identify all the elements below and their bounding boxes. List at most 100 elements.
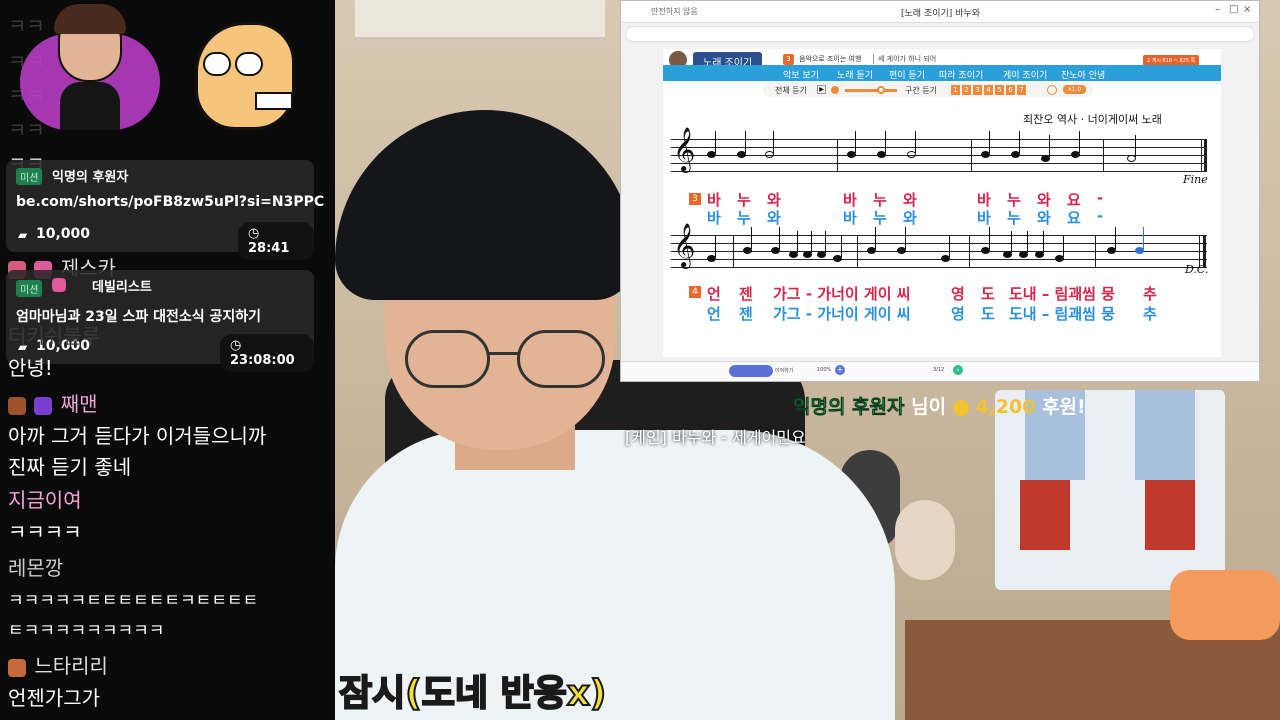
alert-end: 후원! (1042, 396, 1086, 418)
note-stem (751, 227, 752, 249)
streamer-hair (335, 110, 635, 300)
note-stem (797, 231, 798, 253)
note-stem (989, 131, 990, 153)
lyric-syllable: 바 (977, 209, 991, 227)
section-7-button[interactable]: 7 (1017, 85, 1026, 95)
lyric-syllable: - (1097, 207, 1104, 225)
full-listen-label: 전체 듣기 (775, 86, 807, 95)
page-indicator: 3/12 (933, 367, 945, 373)
tab-score-view[interactable]: 악보 보기 (783, 68, 819, 81)
note-stem (1115, 227, 1116, 249)
tab-title[interactable]: 안전하지 않음 (651, 6, 698, 17)
note-stem (1043, 231, 1044, 253)
zoom-label: 100% (817, 367, 832, 373)
lyric-syllable: 와 (767, 209, 781, 227)
tab-game-sing[interactable]: 게이 조이기 (1003, 68, 1047, 81)
tab-song-listen[interactable]: 노래 듣기 (837, 68, 873, 81)
note-stem (905, 227, 906, 249)
tab-goodbye[interactable]: 잔노아 안녕 (1061, 68, 1105, 81)
note-stem (1027, 231, 1028, 253)
volume-knob[interactable] (877, 86, 885, 94)
glasses-icon (405, 330, 605, 390)
zoom-in-icon[interactable]: + (835, 365, 845, 375)
section-3-button[interactable]: 3 (973, 85, 982, 95)
lyric-syllable: 젠 (739, 285, 753, 303)
staff-2: 𝄞 (671, 223, 1207, 268)
chat-nick: 지금이여 (8, 488, 82, 512)
next-page-icon[interactable]: › (953, 365, 963, 375)
chat-message: ㅋㅋㅋㅋ (8, 520, 82, 544)
tab-follow-sing[interactable]: 따라 조이기 (939, 68, 983, 81)
note-stem (989, 227, 990, 249)
lyric-syllable: 누 (737, 209, 751, 227)
chat-message: ㅌㅋㅋㅋㅋㅋㅋㅋㅋㅋ (8, 621, 165, 641)
note-stem (841, 235, 842, 257)
cartoon-face-icon (195, 22, 303, 134)
step-text: 음악으로 조이는 여행 (799, 55, 862, 63)
lyric-syllable: 도내 – 림괘씸 뭉 (1009, 305, 1115, 323)
stream-caption: 잠시(도네 반응x) (338, 672, 607, 715)
close-icon[interactable]: × (1243, 4, 1251, 15)
address-bar[interactable] (625, 26, 1255, 42)
content-panel: 노래 조이기 3 음악으로 조이는 여행 세 게이가 하니 되어 2 게시 81… (663, 49, 1221, 357)
lyric-syllable: 언 (707, 305, 721, 323)
note-stem (949, 235, 950, 257)
lyric-syllable: 누 (1007, 209, 1021, 227)
song-credit: 죄잔오 역사 · 너이게이써 노래 (1023, 113, 1162, 126)
lyric-syllable: 와 (903, 209, 917, 227)
verse-3-number: 3 (689, 193, 701, 205)
chat-message: 언젠가그가 (8, 686, 100, 710)
tab-accomp-listen[interactable]: 편이 듣기 (889, 68, 925, 81)
lyric-syllable: 누 (873, 209, 887, 227)
minimize-icon[interactable]: – (1215, 4, 1220, 15)
donation-alert: 익명의 후원자 님이 4,200 후원! (793, 392, 1086, 419)
note-stem (875, 227, 876, 249)
section-1-button[interactable]: 1 (951, 85, 960, 95)
note-stem (715, 131, 716, 153)
section-5-button[interactable]: 5 (995, 85, 1004, 95)
section-6-button[interactable]: 6 (1006, 85, 1015, 95)
lyric-syllable: 도 (981, 305, 995, 323)
maximize-icon[interactable]: □ (1229, 4, 1238, 15)
lyric-syllable: 젠 (739, 305, 753, 323)
chat-message: 진짜 듣기 좋네 (8, 455, 132, 479)
speed-button[interactable]: x1.0 (1063, 85, 1087, 94)
mission-timer: ◷ 28:41 (238, 222, 314, 260)
note-stem (1135, 135, 1136, 157)
note-stem (1079, 131, 1080, 153)
lyric-syllable: 요 (1067, 209, 1081, 227)
timer-value: 28:41 (248, 241, 290, 256)
lyric-syllable: 바 (707, 209, 721, 227)
verse-4-number: 4 (689, 286, 701, 298)
ghost-line: 터키쉬블루 (8, 324, 100, 348)
nick-text: 느타리리 (34, 654, 108, 678)
lyric-syllable: 와 (1037, 209, 1051, 227)
lyric-syllable: 도내 – 림괘씸 뭉 (1009, 285, 1115, 303)
staff-1: 𝄞 (671, 127, 1207, 172)
nick-text: 째맨 (60, 392, 98, 416)
mission-badge: 미션 (16, 168, 43, 185)
volume-slider[interactable] (845, 89, 897, 92)
chat-message: 아까 그거 듣다가 이거들으니까 (8, 424, 267, 448)
score-app-window: 안전하지 않음 [노래 조이기] 바누와 – □ × 노래 조이기 3 음악으로… (620, 0, 1260, 382)
repeat-icon[interactable] (1047, 85, 1057, 95)
continue-label[interactable]: 이어하기 (775, 367, 793, 374)
lyric-syllable: 추 (1143, 305, 1157, 323)
note-stem (1011, 231, 1012, 253)
note-stem (1019, 131, 1020, 153)
play-icon[interactable]: ▶ (817, 85, 826, 94)
mission-card-2: 미션 데빌리스트 엄마마님과 23일 스파 대전소식 공지하기 ▰ 10,000… (6, 270, 314, 372)
bottom-toolbar: 이어하기 100% + 3/12 › (621, 361, 1259, 381)
alert-message: [케인] 바누와 - 세게이민요 (625, 428, 806, 447)
stop-icon[interactable] (831, 86, 839, 94)
progress-pill[interactable] (729, 365, 773, 377)
badge-icon (8, 658, 26, 677)
chat-message: ㅋㅋㅋㅋㅋㅌㅌㅌㅌㅌㅌㅋㅌㅌㅌㅌ (8, 591, 259, 611)
section-4-button[interactable]: 4 (984, 85, 993, 95)
lyric-syllable: 바 (843, 209, 857, 227)
section-listen-label: 구간 듣기 (905, 86, 937, 95)
timer-value: 23:08:00 (230, 353, 295, 368)
alert-amount: 4,200 (975, 396, 1036, 418)
lyric-syllable: 가그 - 가너이 게이 씨 (773, 285, 911, 303)
section-2-button[interactable]: 2 (962, 85, 971, 95)
